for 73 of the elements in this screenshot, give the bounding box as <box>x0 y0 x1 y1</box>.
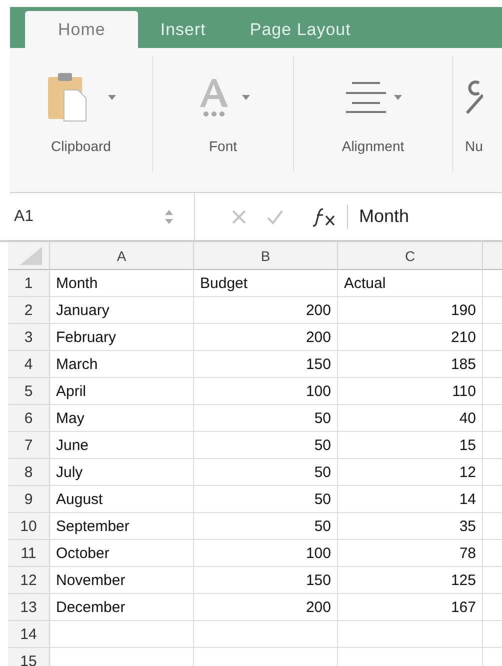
table-cell: 200 <box>194 594 338 621</box>
table-cell: Budget <box>194 270 338 297</box>
row-header[interactable]: 7 <box>8 432 50 459</box>
row-header[interactable]: 6 <box>8 405 50 432</box>
row-header[interactable]: 13 <box>8 594 50 621</box>
table-cell: 210 <box>338 324 483 351</box>
group-label: Font <box>208 138 237 154</box>
group-label: Alignment <box>342 138 404 154</box>
row-header[interactable]: 3 <box>8 324 50 351</box>
table-cell: October <box>50 540 194 567</box>
table-cell: 150 <box>194 351 338 378</box>
table-cell: 50 <box>194 459 338 486</box>
table-cell: September <box>50 513 194 540</box>
table-cell: 200 <box>194 297 338 324</box>
name-box[interactable]: A1 <box>0 208 164 226</box>
table-cell: 110 <box>338 378 483 405</box>
table-cell: June <box>50 432 194 459</box>
group-label: Clipboard <box>51 138 111 154</box>
table-cell: 50 <box>194 432 338 459</box>
group-label: Nu <box>465 138 483 154</box>
table-cell: November <box>50 567 194 594</box>
table-cell: July <box>50 459 194 486</box>
align-center-icon <box>344 80 388 114</box>
column-header[interactable]: B <box>194 242 338 270</box>
check-icon[interactable] <box>267 208 283 224</box>
table-cell: 78 <box>338 540 483 567</box>
table-cell: 200 <box>194 324 338 351</box>
table-cell: 50 <box>194 486 338 513</box>
table-cell: 50 <box>194 513 338 540</box>
row-header[interactable]: 2 <box>8 297 50 324</box>
caret-icon[interactable] <box>108 94 116 100</box>
column-header[interactable]: C <box>338 242 483 270</box>
row-header[interactable]: 15 <box>8 648 50 666</box>
row-header[interactable]: 5 <box>8 378 50 405</box>
table-cell: 190 <box>338 297 483 324</box>
table-cell: 150 <box>194 567 338 594</box>
table-cell: 40 <box>338 405 483 432</box>
row-header[interactable]: 14 <box>8 621 50 648</box>
formula-input[interactable]: Month <box>359 206 410 227</box>
table-cell: 185 <box>338 351 483 378</box>
row-header[interactable]: 4 <box>8 351 50 378</box>
table-cell: 100 <box>194 378 338 405</box>
row-header[interactable]: 10 <box>8 513 50 540</box>
ribbon-tab[interactable]: Home <box>25 11 138 48</box>
table-cell: 100 <box>194 540 338 567</box>
table-cell: 125 <box>338 567 483 594</box>
table-cell: December <box>50 594 194 621</box>
table-cell: January <box>50 297 194 324</box>
table-cell: 35 <box>338 513 483 540</box>
table-cell: March <box>50 351 194 378</box>
table-cell: April <box>50 378 194 405</box>
table-cell: Month <box>50 270 194 297</box>
close-icon[interactable] <box>231 208 247 224</box>
row-header[interactable]: 1 <box>8 270 50 297</box>
table-cell: February <box>50 324 194 351</box>
table-cell: 15 <box>338 432 483 459</box>
row-header[interactable]: 11 <box>8 540 50 567</box>
row-header[interactable]: 9 <box>8 486 50 513</box>
table-cell: August <box>50 486 194 513</box>
function-icon[interactable] <box>313 206 337 226</box>
stepper-icon[interactable] <box>164 208 174 224</box>
table-cell: 50 <box>194 405 338 432</box>
table-cell: 12 <box>338 459 483 486</box>
row-header[interactable]: 12 <box>8 567 50 594</box>
caret-icon[interactable] <box>242 94 250 100</box>
caret-icon[interactable] <box>394 94 402 100</box>
table-cell: May <box>50 405 194 432</box>
column-header[interactable]: A <box>50 242 194 270</box>
table-cell: 14 <box>338 486 483 513</box>
corner-header[interactable] <box>8 242 50 270</box>
table-cell: Actual <box>338 270 483 297</box>
table-cell: 167 <box>338 594 483 621</box>
row-header[interactable]: 8 <box>8 459 50 486</box>
